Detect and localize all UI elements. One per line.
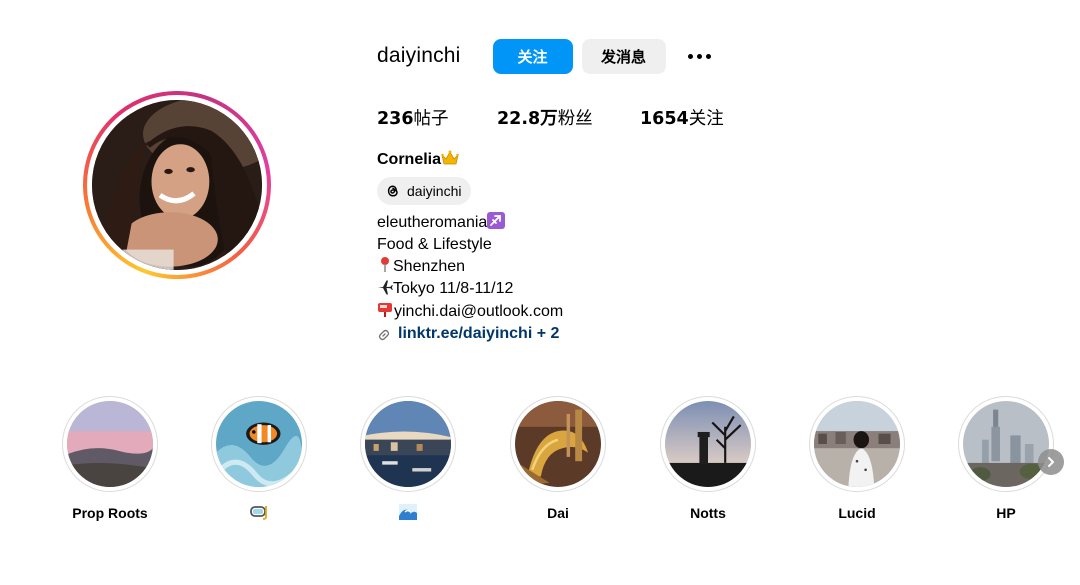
following-count: 1654 [640,109,689,129]
highlight-diving[interactable] [199,396,319,522]
posts-count: 236 [377,109,414,129]
mailbox-icon [377,301,394,324]
highlight-cover [665,401,751,487]
highlight-ring [360,396,456,492]
bio-line-text: eleutheromania [377,214,488,231]
follow-button[interactable]: 关注 [492,38,573,74]
highlight-ring [660,396,756,492]
highlight-label: Notts [690,505,726,521]
profile-avatar-ring[interactable] [83,91,271,279]
highlight-label [250,504,268,522]
highlight-label: HP [996,505,1016,521]
dot [688,53,694,59]
diving-mask-icon [250,504,268,523]
chevron-right-icon[interactable] [1038,449,1064,475]
bio-line-text: Tokyo 11/8-11/12 [393,279,514,297]
highlight-cover [67,401,153,487]
profile-bio: Cornelia daiyinchi eleutheromania Food &… [377,150,563,345]
bio-line: Shenzhen [377,256,563,279]
more-options-icon[interactable] [686,42,714,70]
avatar-photo [92,100,262,270]
dot [706,53,712,59]
highlight-lucid[interactable]: Lucid [797,396,917,522]
full-name-text: Cornelia [377,151,442,168]
following-stat[interactable]: 1654 关注 [640,105,724,130]
highlight-prop-roots[interactable]: Prop Roots [50,396,170,522]
message-button[interactable]: 发消息 [581,38,666,74]
bio-line: eleutheromania [377,212,563,235]
highlight-label [399,503,417,523]
threads-badge[interactable]: daiyinchi [377,177,472,205]
bio-text: eleutheromania Food & Lifestyle Shenzhen… [377,212,563,345]
story-highlights: Prop Roots Dai Notts Lucid HP [0,396,1080,536]
highlight-wave[interactable] [348,396,468,522]
bio-line-text: yinchi.dai@outlook.com [394,303,564,321]
highlight-cover [515,401,601,487]
followers-count: 22.8万 [497,109,558,129]
highlight-label: Dai [547,505,569,521]
profile-header: daiyinchi 关注 发消息 [377,38,714,74]
dot [697,53,703,59]
sagittarius-icon [487,212,506,235]
highlight-cover [814,401,900,487]
bio-line: yinchi.dai@outlook.com [377,301,563,324]
link-text: linktr.ee/daiyinchi + 2 [398,325,560,343]
highlight-ring [809,396,905,492]
posts-stat: 236 帖子 [377,105,497,130]
avatar-gap [87,95,267,275]
threads-handle: daiyinchi [407,183,462,199]
highlight-ring [211,396,307,492]
profile-stats: 236 帖子 22.8万 粉丝 1654 关注 [377,105,724,130]
wave-icon [399,503,417,523]
followers-label: 粉丝 [557,109,593,129]
posts-label: 帖子 [413,109,449,129]
followers-stat[interactable]: 22.8万 粉丝 [497,105,640,130]
external-link[interactable]: linktr.ee/daiyinchi + 2 [377,324,563,344]
full-name: Cornelia [377,150,563,170]
highlight-label: Prop Roots [72,505,148,521]
highlight-ring [958,396,1054,492]
highlight-ring [62,396,158,492]
crown-icon [441,150,459,171]
airplane-icon [377,279,393,301]
threads-icon [385,183,401,199]
link-icon [377,328,391,342]
pin-icon [377,256,393,279]
bio-line-text: Shenzhen [393,257,466,275]
highlight-ring [510,396,606,492]
highlight-cover [963,401,1049,487]
username: daiyinchi [377,44,461,67]
bio-line: Tokyo 11/8-11/12 [377,279,563,301]
bio-line: Food & Lifestyle [377,236,492,254]
highlight-cover [216,401,302,487]
highlight-dai[interactable]: Dai [498,396,618,522]
highlight-cover [365,401,451,487]
following-label: 关注 [688,109,724,129]
avatar[interactable] [92,100,262,270]
highlight-notts[interactable]: Notts [648,396,768,522]
highlight-label: Lucid [838,505,876,521]
